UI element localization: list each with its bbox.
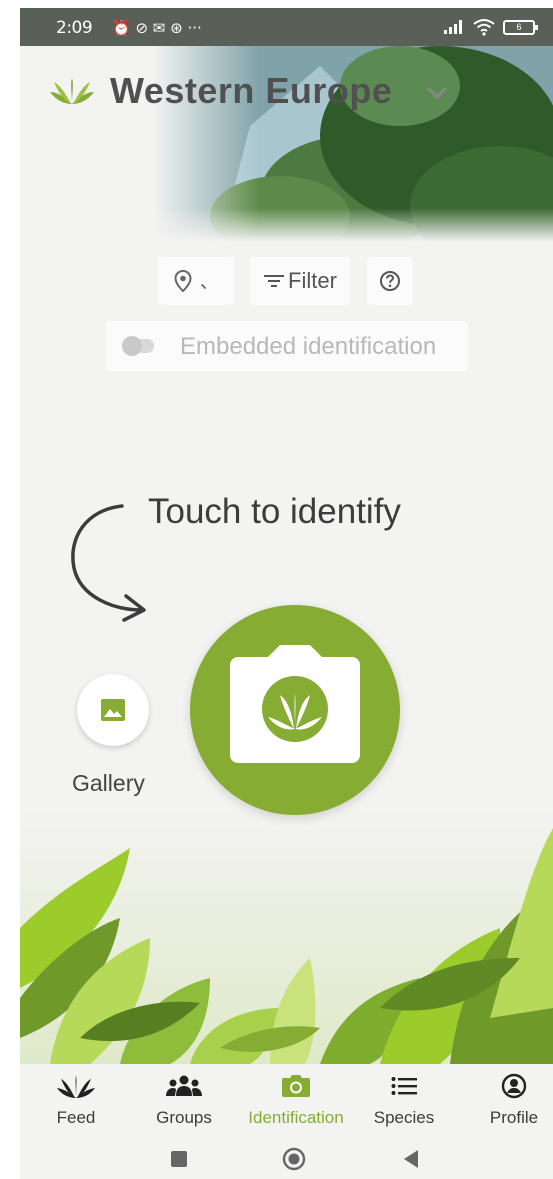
banner-fade xyxy=(20,208,553,242)
filter-button[interactable]: Filter xyxy=(250,257,350,305)
region-selector[interactable]: Western Europe xyxy=(48,70,392,112)
region-title: Western Europe xyxy=(110,70,393,111)
foliage-decoration xyxy=(20,808,553,1064)
nav-item-feed[interactable]: Feed xyxy=(36,1064,116,1140)
image-icon xyxy=(101,699,125,721)
nav-item-profile[interactable]: Profile xyxy=(476,1064,552,1140)
identify-camera-button[interactable] xyxy=(190,605,400,815)
location-value: 、 xyxy=(200,272,218,292)
system-status-icons: 6 xyxy=(443,17,538,37)
nav-item-groups[interactable]: Groups xyxy=(144,1064,224,1140)
app-screen: 2:09 ⏰ ⊘ ✉ ⊛ ··· 6 Western Europe 、 Filt… xyxy=(20,8,553,1179)
back-icon[interactable] xyxy=(402,1149,420,1169)
nav-label-feed: Feed xyxy=(56,1108,96,1127)
nav-label-identification: Identification xyxy=(248,1108,344,1127)
wifi-icon xyxy=(473,19,495,36)
location-button[interactable]: 、 xyxy=(158,257,234,305)
gallery-label: Gallery xyxy=(72,770,145,796)
help-circle-icon xyxy=(380,271,400,291)
nav-label-profile: Profile xyxy=(489,1108,539,1127)
nav-label-species: Species xyxy=(373,1108,435,1127)
gallery-button[interactable] xyxy=(77,674,149,746)
camera-leaf-icon xyxy=(230,645,360,763)
embedded-identification-toggle-row[interactable]: Embedded identification xyxy=(106,321,468,371)
people-icon xyxy=(166,1064,202,1108)
chevron-down-icon[interactable] xyxy=(426,86,448,100)
curved-arrow-icon xyxy=(71,504,146,622)
nav-label-groups: Groups xyxy=(156,1108,212,1127)
notification-icons: ⏰ ⊘ ✉ ⊛ ··· xyxy=(112,19,202,37)
bottom-navigation: Feed Groups Identification Species Profi… xyxy=(20,1064,553,1140)
embedded-identification-toggle[interactable] xyxy=(122,336,154,356)
filter-label: Filter xyxy=(288,268,337,293)
leaf-logo-icon xyxy=(50,78,94,104)
location-pin-icon xyxy=(174,270,192,292)
leaf-icon xyxy=(56,1064,96,1108)
list-icon xyxy=(391,1064,417,1108)
camera-icon xyxy=(281,1064,311,1108)
touch-to-identify-hint: Touch to identify xyxy=(148,492,401,531)
help-button[interactable] xyxy=(367,257,413,305)
signal-icon xyxy=(444,20,462,34)
toggle-knob xyxy=(122,336,142,356)
nav-item-identification[interactable]: Identification xyxy=(234,1064,358,1140)
system-navigation-bar xyxy=(20,1140,553,1179)
home-icon[interactable] xyxy=(282,1147,306,1171)
status-time: 2:09 xyxy=(56,18,93,38)
battery-icon: 6 xyxy=(503,19,538,35)
nav-item-species[interactable]: Species xyxy=(364,1064,444,1140)
status-bar: 2:09 ⏰ ⊘ ✉ ⊛ ··· 6 xyxy=(20,8,553,46)
recent-apps-icon[interactable] xyxy=(170,1150,188,1168)
filter-icon xyxy=(264,275,285,287)
embedded-identification-label: Embedded identification xyxy=(180,333,437,360)
profile-icon xyxy=(501,1064,527,1108)
